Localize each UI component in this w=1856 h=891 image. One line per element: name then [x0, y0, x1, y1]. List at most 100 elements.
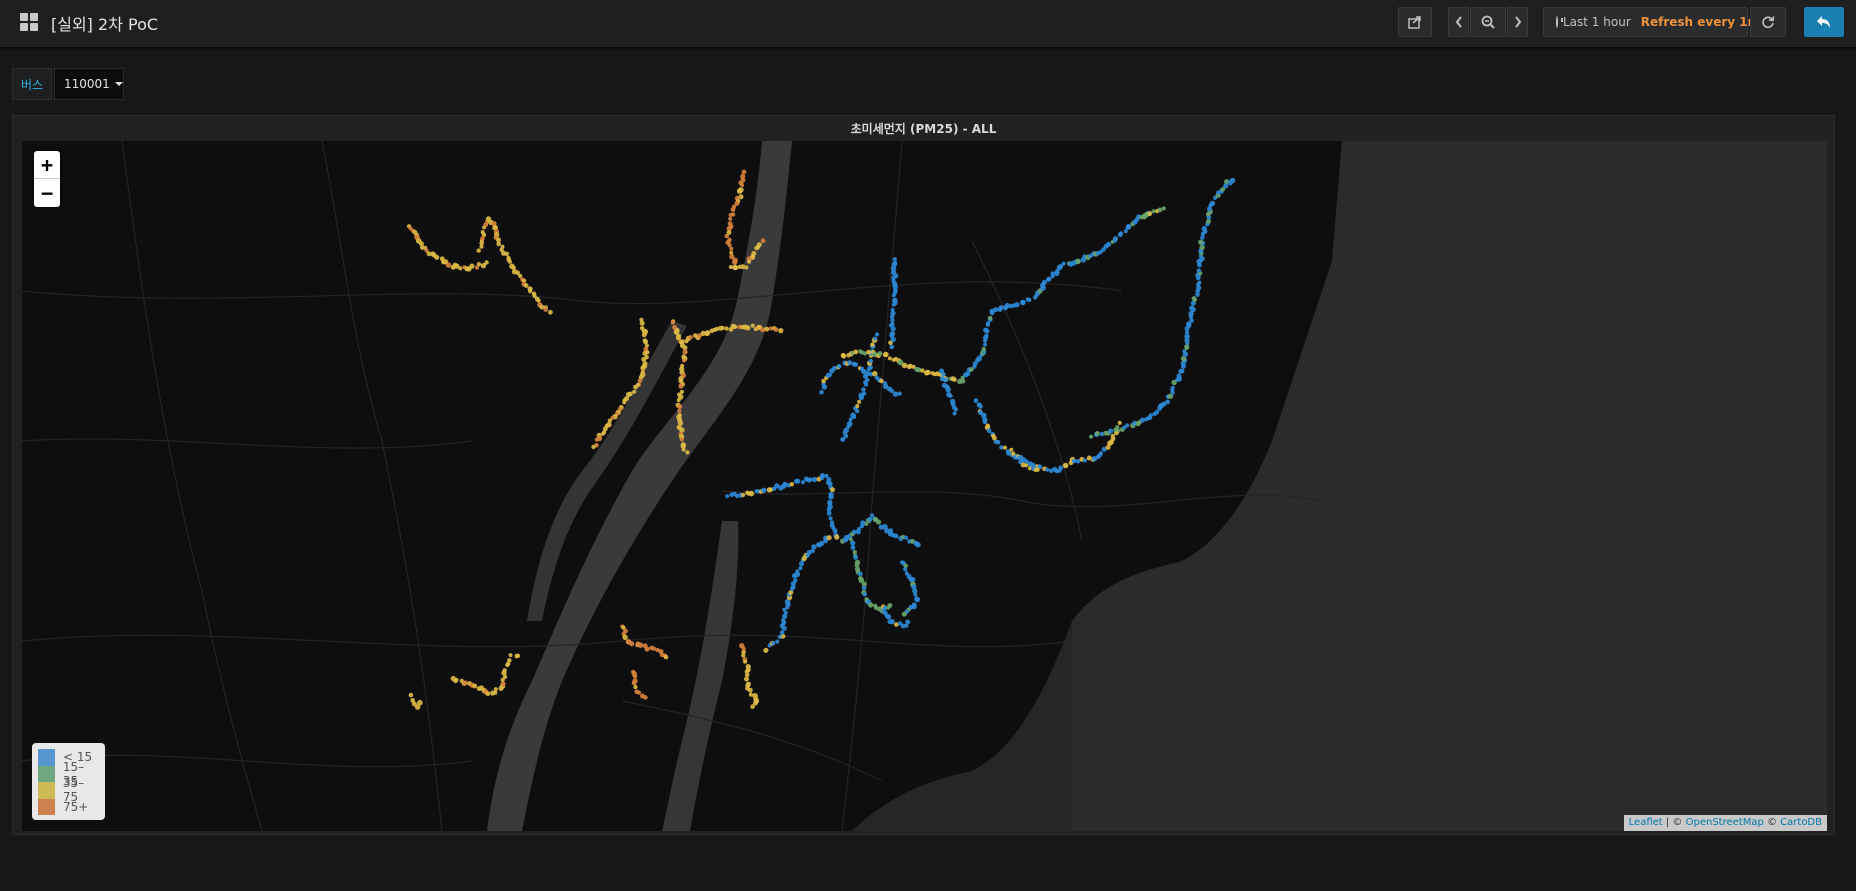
- pm25-point: [760, 238, 766, 243]
- pm25-point: [832, 528, 838, 534]
- pm25-point: [887, 356, 892, 361]
- legend-swatch-very-high: [38, 798, 55, 815]
- pm25-point: [637, 642, 644, 648]
- pm25-point: [892, 257, 897, 262]
- pm25-point: [741, 653, 746, 658]
- pm25-point: [857, 571, 863, 577]
- dashboard-title[interactable]: [실외] 2차 PoC: [51, 11, 158, 35]
- pm25-point: [454, 677, 459, 682]
- pm25-point: [750, 704, 755, 709]
- pm25-point: [677, 408, 682, 413]
- panel-title[interactable]: 초미세먼지 (PM25) - ALL: [13, 120, 1834, 137]
- pm25-point: [1161, 206, 1166, 211]
- pm25-point: [1016, 455, 1021, 460]
- pm25-point: [905, 619, 911, 625]
- pm25-point: [724, 233, 730, 239]
- leaflet-link[interactable]: Leaflet: [1629, 817, 1663, 828]
- legend-swatch-low: [38, 749, 55, 766]
- pm25-point: [1209, 200, 1216, 207]
- dashboard-grid-icon[interactable]: [20, 13, 40, 33]
- zoom-in-button[interactable]: +: [34, 151, 60, 179]
- pm25-point: [795, 478, 801, 484]
- pm25-point: [476, 262, 482, 267]
- refresh-button[interactable]: [1750, 7, 1786, 37]
- pm25-point: [892, 297, 898, 304]
- pm25-point: [484, 260, 489, 265]
- pm25-point: [1151, 209, 1156, 214]
- pm25-point: [629, 641, 635, 647]
- pm25-point: [508, 653, 513, 658]
- pm25-point: [889, 618, 895, 625]
- pm25-point: [985, 321, 991, 326]
- chevron-left-icon: [1455, 16, 1462, 28]
- pm25-point: [1197, 280, 1202, 285]
- pm25-point: [750, 323, 755, 328]
- back-button[interactable]: [1804, 7, 1844, 37]
- zoom-out-button[interactable]: [1470, 7, 1506, 37]
- time-picker[interactable]: Last 1 hour Refresh every 1m: [1543, 7, 1760, 37]
- pm25-point: [901, 611, 907, 617]
- river: [487, 141, 792, 831]
- pm25-point: [992, 307, 998, 313]
- map-view[interactable]: + − < 15 15–35 35–75 75+ Leaflet | © Ope…: [22, 141, 1827, 831]
- map-attribution: Leaflet | © OpenStreetMap © CartoDB: [1623, 815, 1827, 831]
- pm25-point: [890, 321, 895, 327]
- pm25-point: [728, 264, 734, 270]
- map-canvas[interactable]: [22, 141, 1827, 831]
- pm25-point: [857, 399, 862, 404]
- pm25-point: [1041, 279, 1047, 285]
- pm25-point: [847, 360, 853, 366]
- zoom-out-map-button[interactable]: −: [34, 179, 60, 206]
- pm25-point: [1098, 451, 1104, 456]
- pm25-point: [1062, 462, 1069, 469]
- pm25-point: [853, 555, 858, 560]
- pm25-point: [1165, 399, 1170, 405]
- pm25-point: [885, 614, 892, 620]
- pm25-point: [1014, 302, 1020, 308]
- pm25-point: [679, 427, 685, 433]
- pm25-point: [868, 602, 874, 608]
- pm25-point: [644, 646, 650, 652]
- bus-variable-select[interactable]: 110001: [54, 68, 124, 100]
- pm25-point: [1089, 434, 1094, 439]
- pm25-point: [729, 246, 734, 251]
- pm25-point: [1176, 373, 1182, 379]
- pm25-point: [920, 368, 925, 373]
- pm25-point: [1157, 207, 1163, 213]
- pm25-point: [853, 349, 859, 355]
- pm25-point: [875, 519, 882, 525]
- pm25-point: [631, 680, 637, 686]
- pm25-point: [953, 407, 959, 412]
- road: [22, 281, 1123, 305]
- road: [721, 490, 1323, 508]
- pm25-point: [1148, 413, 1153, 418]
- cartodb-link[interactable]: CartoDB: [1780, 817, 1822, 828]
- pm25-point: [999, 305, 1004, 310]
- pm25-point: [745, 325, 751, 331]
- legend-swatch-high: [38, 782, 55, 799]
- pm25-point: [987, 315, 993, 321]
- pm25-point: [500, 681, 506, 687]
- pm25-point: [877, 351, 883, 356]
- pm25-point: [828, 494, 834, 500]
- pm25-point: [828, 516, 833, 521]
- pm25-point: [1058, 465, 1064, 471]
- share-button[interactable]: [1398, 7, 1432, 37]
- pm25-point: [543, 307, 548, 312]
- time-back-button[interactable]: [1448, 7, 1469, 37]
- time-forward-button[interactable]: [1507, 7, 1528, 37]
- pm25-point: [853, 362, 859, 367]
- pm25-point: [952, 411, 957, 416]
- pm25-point: [897, 391, 902, 396]
- pm25-point: [493, 687, 498, 692]
- pm25-point: [903, 535, 909, 540]
- pm25-point: [840, 437, 845, 442]
- pm25-point: [879, 378, 884, 384]
- pm25-point: [748, 687, 753, 693]
- pm25-point: [779, 630, 785, 635]
- sea-area: [1072, 141, 1827, 831]
- pm25-point: [848, 417, 853, 422]
- openstreetmap-link[interactable]: OpenStreetMap: [1686, 817, 1764, 828]
- pm25-point: [622, 400, 627, 405]
- pm25-point: [861, 368, 867, 375]
